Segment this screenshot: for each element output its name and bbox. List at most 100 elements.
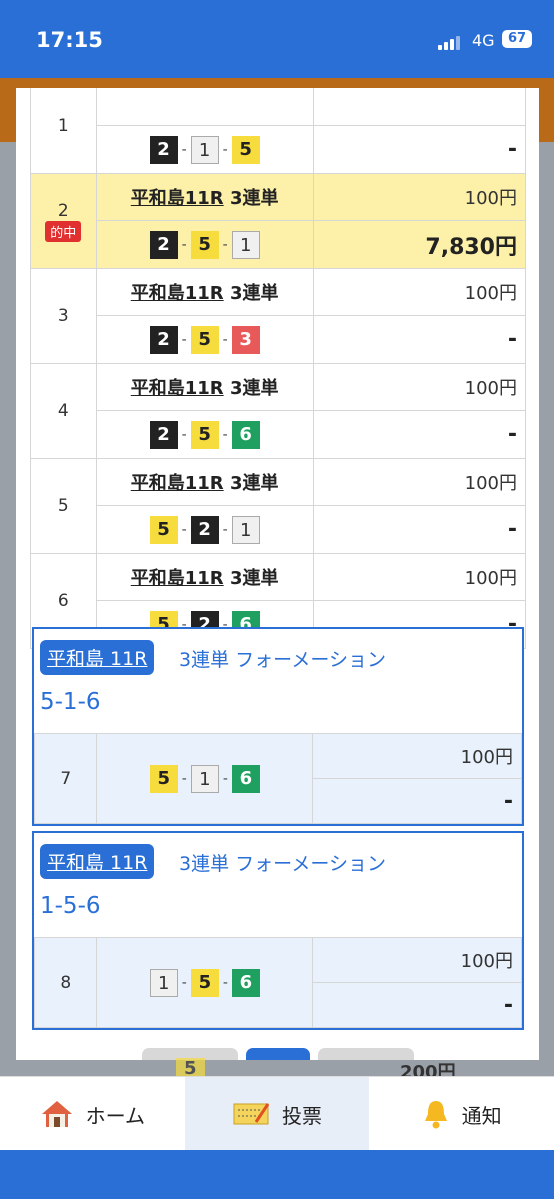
combo-cell: 2-1-5 — [95, 125, 314, 174]
formation-combo: 1-5-6 — [40, 893, 101, 919]
combo-separator: - — [222, 770, 228, 787]
table-row: 8 1-5-6 100円 — [33, 937, 522, 1028]
boat-number-badge: 5 — [149, 515, 178, 544]
boat-number-badge: 5 — [231, 135, 260, 164]
bet-amount: 100円 — [312, 733, 522, 779]
boat-number-badge: 1 — [231, 515, 260, 544]
formation-table: 8 1-5-6 100円 - — [33, 937, 522, 1028]
formation-block: 平和島 11R 3連単 フォーメーション 1-5-6 8 1-5-6 100円 … — [32, 831, 524, 1030]
bet-number: 8 — [33, 937, 98, 1028]
bet-amount: 100円 — [312, 268, 527, 316]
race-cell — [95, 88, 314, 126]
tab-notify[interactable]: 通知 — [369, 1077, 554, 1151]
status-time: 17:15 — [36, 28, 103, 52]
payout-amount: - — [312, 505, 527, 554]
race-link[interactable]: 平和島11R 3連単 — [131, 188, 279, 209]
status-bar: 17:15 4G 67 — [0, 0, 554, 78]
race-link[interactable]: 平和島11R 3連単 — [131, 473, 279, 494]
combo-cell: 2-5-1 — [95, 220, 314, 269]
payout-amount: - — [312, 315, 527, 364]
bet-number: 4 — [30, 363, 97, 459]
bet-kind: 3連単 フォーメーション — [179, 853, 386, 875]
combo-cell: 2-5-3 — [95, 315, 314, 364]
race-cell: 平和島11R 3連単 — [95, 173, 314, 221]
battery-icon: 67 — [502, 30, 532, 48]
bet-number: 5 — [30, 458, 97, 554]
table-row: 2-5-6 - — [31, 410, 527, 459]
table-row: 3 平和島11R 3連単 100円 — [30, 268, 527, 364]
home-indicator-bar — [0, 1150, 554, 1199]
boat-number-badge: 5 — [190, 420, 219, 449]
ticket-icon — [233, 1103, 270, 1125]
bet-number: 3 — [30, 268, 97, 364]
bet-table: 1 2-1-5 - 2 的中 平和島11R 3連単 100円 2-5-1 7,83… — [30, 88, 527, 649]
boat-number-badge: 6 — [231, 420, 260, 449]
payout-amount: - — [312, 125, 527, 174]
combo-separator: - — [181, 141, 187, 158]
boat-number-badge: 5 — [190, 230, 219, 259]
race-link[interactable]: 平和島11R 3連単 — [131, 568, 279, 589]
combo-separator: - — [222, 236, 228, 253]
bet-amount: 100円 — [312, 173, 527, 221]
table-row: 2-5-1 7,830円 — [31, 220, 527, 269]
combo-separator: - — [181, 331, 187, 348]
bottom-tab-bar: ホーム 投票 通知 — [0, 1076, 554, 1151]
boat-number-badge: 5 — [149, 764, 178, 793]
race-link[interactable]: 平和島 11R — [40, 640, 155, 675]
combo-separator: - — [222, 426, 228, 443]
tab-vote[interactable]: 投票 — [184, 1077, 370, 1151]
boat-number-badge: 2 — [190, 515, 219, 544]
tab-home[interactable]: ホーム — [0, 1077, 185, 1151]
race-cell: 平和島11R 3連単 — [95, 363, 314, 411]
boat-number-badge: 5 — [190, 968, 219, 997]
table-row: 2 的中 平和島11R 3連単 100円 — [30, 173, 527, 269]
race-link[interactable]: 平和島 11R — [40, 844, 155, 879]
boat-number-badge: 1 — [190, 135, 219, 164]
formation-combo: 5-1-6 — [40, 689, 101, 715]
bet-amount: 100円 — [312, 937, 522, 983]
tab-vote-label: 投票 — [282, 1103, 322, 1128]
bet-amount: 100円 — [312, 458, 527, 506]
formation-table: 7 5-1-6 100円 - — [33, 733, 522, 824]
combo-separator: - — [181, 521, 187, 538]
bet-number: 2 的中 — [30, 173, 97, 269]
boat-number-badge: 1 — [231, 230, 260, 259]
bet-list-modal[interactable]: 1 2-1-5 - 2 的中 平和島11R 3連単 100円 2-5-1 7,83… — [16, 88, 539, 1060]
race-link[interactable]: 平和島11R 3連単 — [131, 283, 279, 304]
combo-cell: 5-2-1 — [95, 505, 314, 554]
bet-amount: 100円 — [312, 363, 527, 411]
combo-separator: - — [222, 521, 228, 538]
bet-number: 7 — [33, 733, 98, 824]
bet-kind: 3連単 フォーメーション — [179, 649, 386, 671]
tab-home-label: ホーム — [85, 1103, 146, 1128]
table-row: 2-1-5 - — [31, 125, 527, 174]
network-label: 4G — [472, 31, 495, 50]
combo-separator: - — [222, 141, 228, 158]
payout-amount: - — [312, 778, 522, 824]
combo-cell: 5-1-6 — [96, 733, 314, 824]
bell-icon — [424, 1101, 447, 1129]
table-row: 1 — [30, 88, 527, 174]
boat-number-badge: 5 — [190, 325, 219, 354]
combo-cell: 1-5-6 — [96, 937, 314, 1028]
formation-header: 平和島 11R 3連単 フォーメーション 5-1-6 — [34, 629, 522, 733]
table-row: 7 5-1-6 100円 — [33, 733, 522, 824]
page-tab-active[interactable] — [246, 1048, 310, 1060]
payout-amount: 7,830円 — [312, 220, 527, 269]
boat-number-badge: 6 — [231, 968, 260, 997]
bet-amount: 100円 — [312, 553, 527, 601]
boat-number-badge: 2 — [149, 420, 178, 449]
signal-icon — [438, 34, 464, 50]
combo-separator: - — [181, 236, 187, 253]
boat-number-badge: 1 — [190, 764, 219, 793]
race-link[interactable]: 平和島11R 3連単 — [131, 378, 279, 399]
combo-separator: - — [222, 331, 228, 348]
table-row: 5 平和島11R 3連単 100円 — [30, 458, 527, 554]
formation-block: 平和島 11R 3連単 フォーメーション 5-1-6 7 5-1-6 100円 … — [32, 627, 524, 826]
combo-separator: - — [181, 770, 187, 787]
boat-number-badge: 6 — [231, 764, 260, 793]
formation-header: 平和島 11R 3連単 フォーメーション 1-5-6 — [34, 833, 522, 937]
combo-separator: - — [181, 426, 187, 443]
table-row: 5-2-1 - — [31, 505, 527, 554]
boat-number-badge: 1 — [149, 968, 178, 997]
